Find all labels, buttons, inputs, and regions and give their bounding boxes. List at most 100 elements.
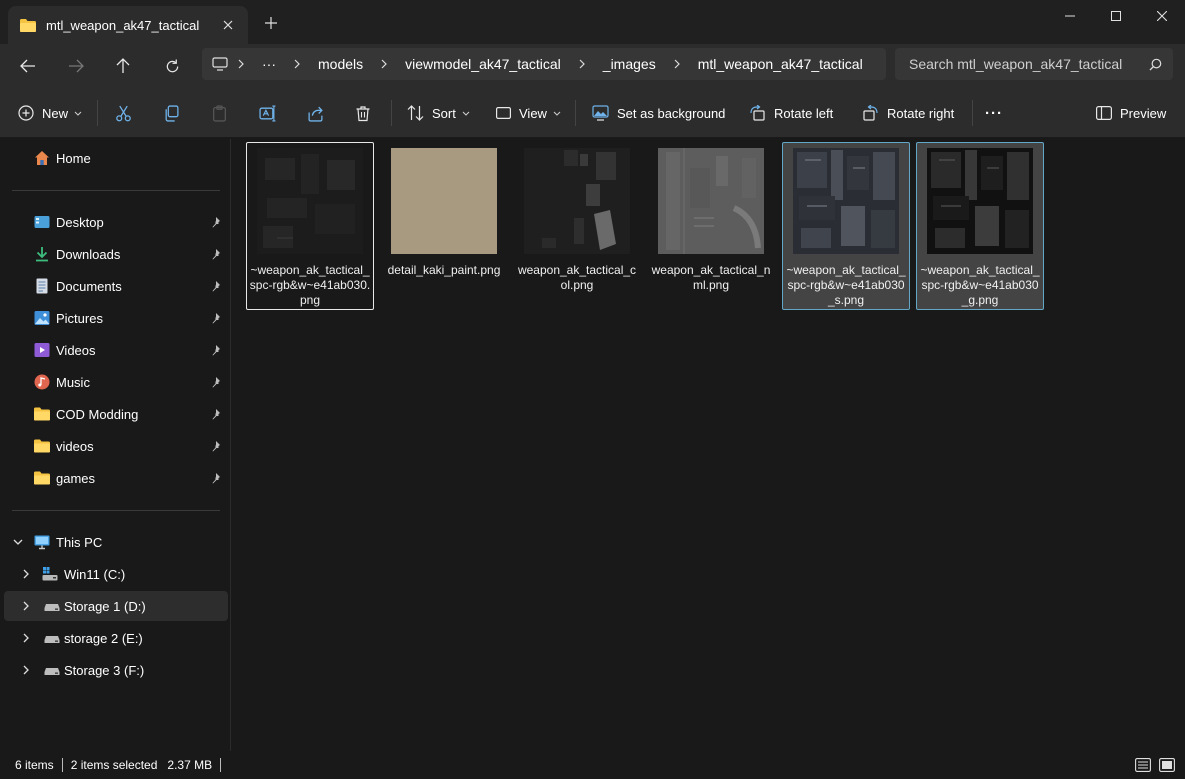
sidebar-item-label: Pictures [56, 311, 103, 326]
file-name: detail_kaki_paint.png [387, 263, 501, 277]
maximize-button[interactable] [1093, 0, 1139, 32]
sidebar-item-videos-folder[interactable]: videos [4, 431, 228, 461]
file-name: ~weapon_ak_tactical_spc-rgb&w~e41ab030.p… [249, 263, 371, 307]
new-tab-button[interactable] [260, 12, 282, 34]
this-pc-icon [34, 535, 50, 550]
command-bar: New Sort View Set as background Rotate l… [0, 88, 1185, 138]
sidebar-item-this-pc[interactable]: This PC [4, 527, 228, 557]
file-list[interactable]: ~weapon_ak_tactical_spc-rgb&w~e41ab030.p… [232, 139, 1185, 751]
cut-button[interactable] [115, 101, 132, 125]
sidebar-item-drive-c[interactable]: Win11 (C:) [4, 559, 228, 589]
see-more-button[interactable]: ··· [985, 101, 1003, 125]
breadcrumb-overflow[interactable]: ··· [254, 56, 284, 72]
selection-count: 2 items selected [70, 758, 158, 772]
chevron-right-icon[interactable] [20, 664, 32, 676]
chevron-right-icon [228, 59, 254, 69]
delete-button[interactable] [355, 101, 371, 125]
sidebar-item-label: Music [56, 375, 90, 390]
copy-button[interactable] [163, 101, 180, 125]
breadcrumb-item[interactable]: models [310, 56, 371, 72]
refresh-button[interactable] [157, 52, 187, 80]
new-label: New [42, 105, 69, 121]
sidebar-item-drive-e[interactable]: storage 2 (E:) [4, 623, 228, 653]
file-item[interactable]: ~weapon_ak_tactical_spc-rgb&w~e41ab030_g… [916, 142, 1044, 310]
sort-button[interactable]: Sort [407, 101, 470, 125]
sidebar-item-videos[interactable]: Videos [4, 335, 228, 365]
chevron-down-icon [74, 111, 82, 116]
rotate-right-button[interactable]: Rotate right [862, 101, 954, 125]
sidebar-item-label: Home [56, 151, 91, 166]
chevron-down-icon[interactable] [12, 536, 24, 548]
rename-icon [259, 104, 276, 122]
close-button[interactable] [1139, 0, 1185, 32]
search-input[interactable] [909, 56, 1141, 72]
cut-icon [116, 105, 131, 121]
sidebar-item-music[interactable]: Music [4, 367, 228, 397]
chevron-right-icon[interactable] [20, 632, 32, 644]
pin-icon [212, 313, 220, 324]
rotate-left-label: Rotate left [774, 105, 834, 121]
file-item[interactable]: ~weapon_ak_tactical_spc-rgb&w~e41ab030_s… [782, 142, 910, 310]
status-divider [61, 758, 63, 772]
sidebar-item-label: Videos [56, 343, 96, 358]
sidebar-item-label: Downloads [56, 247, 121, 262]
sidebar-item-drive-f[interactable]: Storage 3 (F:) [4, 655, 228, 685]
image-thumbnail [927, 148, 1033, 254]
minimize-icon [1065, 15, 1075, 17]
breadcrumb-item[interactable]: viewmodel_ak47_tactical [397, 56, 569, 72]
details-view-icon [1135, 758, 1151, 772]
search-box[interactable] [895, 48, 1173, 80]
refresh-icon [166, 58, 178, 72]
documents-icon [36, 278, 48, 294]
share-button[interactable] [307, 101, 324, 125]
file-item[interactable]: weapon_ak_tactical_nml.png [647, 142, 775, 310]
rename-button[interactable] [259, 101, 276, 125]
sidebar-item-desktop[interactable]: Desktop [4, 207, 228, 237]
breadcrumb-item-current[interactable]: mtl_weapon_ak47_tactical [690, 56, 871, 72]
folder-icon [20, 18, 36, 32]
forward-button[interactable] [61, 52, 91, 80]
drive-icon [44, 604, 60, 611]
sidebar-item-downloads[interactable]: Downloads [4, 239, 228, 269]
up-button[interactable] [108, 52, 138, 80]
sidebar-item-pictures[interactable]: Pictures [4, 303, 228, 333]
arrow-left-icon [20, 59, 35, 73]
minimize-button[interactable] [1047, 0, 1093, 32]
rotate-left-button[interactable]: Rotate left [749, 101, 833, 125]
sidebar-item-documents[interactable]: Documents [4, 271, 228, 301]
paste-button[interactable] [211, 101, 228, 125]
chevron-right-icon[interactable] [20, 568, 32, 580]
address-bar[interactable]: ··· models viewmodel_ak47_tactical _imag… [202, 48, 886, 80]
sidebar-item-label: videos [56, 439, 94, 454]
large-icons-view-icon [1159, 758, 1175, 772]
details-view-button[interactable] [1135, 758, 1151, 775]
sidebar-item-label: Win11 (C:) [64, 567, 126, 582]
file-item[interactable]: detail_kaki_paint.png [380, 142, 508, 310]
videos-icon [34, 343, 50, 357]
back-button[interactable] [13, 52, 43, 80]
view-button[interactable]: View [496, 101, 561, 125]
windows-drive-icon [42, 567, 58, 581]
desktop-icon [34, 216, 50, 228]
file-item[interactable]: weapon_ak_tactical_col.png [513, 142, 641, 310]
view-icon [496, 107, 511, 119]
tab-close-icon[interactable] [220, 17, 236, 33]
sidebar-item-drive-d[interactable]: Storage 1 (D:) [4, 591, 228, 621]
rotate-right-label: Rotate right [887, 105, 955, 121]
sidebar-item-label: Storage 1 (D:) [64, 599, 146, 614]
new-button[interactable]: New [18, 101, 82, 125]
tab-current-folder[interactable]: mtl_weapon_ak47_tactical [8, 6, 248, 44]
file-item[interactable]: ~weapon_ak_tactical_spc-rgb&w~e41ab030.p… [246, 142, 374, 310]
sidebar-item-cod-modding[interactable]: COD Modding [4, 399, 228, 429]
chevron-right-icon[interactable] [20, 600, 32, 612]
pin-icon [212, 249, 220, 260]
set-as-background-button[interactable]: Set as background [592, 101, 725, 125]
preview-pane-button[interactable]: Preview [1096, 101, 1166, 125]
music-icon [34, 374, 50, 390]
large-icons-view-button[interactable] [1159, 758, 1175, 775]
pin-icon [212, 409, 220, 420]
sidebar-item-games[interactable]: games [4, 463, 228, 493]
sidebar-item-label: Documents [56, 279, 122, 294]
breadcrumb-item[interactable]: _images [595, 56, 664, 72]
sidebar-item-home[interactable]: Home [4, 143, 228, 173]
